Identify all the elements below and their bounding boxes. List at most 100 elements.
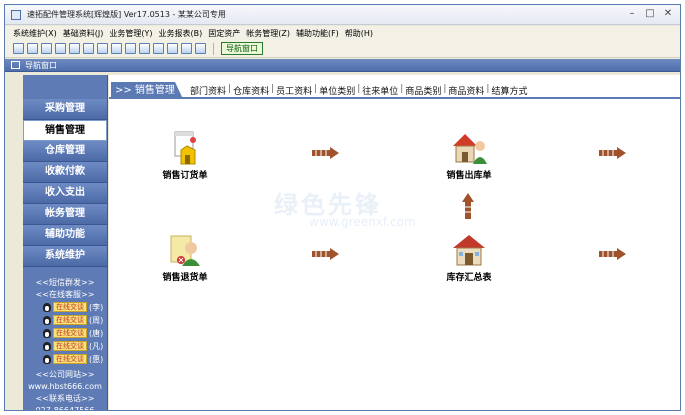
- qq-contact[interactable]: 在线交谈 (唐): [23, 327, 107, 340]
- qq-chat-badge: 在线交谈: [53, 315, 87, 325]
- qq-penguin-icon: [43, 354, 51, 364]
- toolbar-save-icon[interactable]: [167, 43, 178, 54]
- menu-basic-data[interactable]: 基础资料(J): [63, 28, 104, 39]
- tab-link-product-category[interactable]: 商品类别: [404, 84, 442, 97]
- toolbar-open-icon[interactable]: [27, 43, 38, 54]
- nav-panel-title: 导航窗口: [25, 61, 57, 70]
- sales-return-icon: [165, 232, 205, 268]
- tab-link-product[interactable]: 商品资料: [447, 84, 485, 97]
- warehouse-icon: [449, 232, 489, 268]
- module-sales-outbound[interactable]: 销售出库单: [429, 130, 509, 181]
- toolbar-edit-icon[interactable]: [111, 43, 122, 54]
- toolbar-folder-icon[interactable]: [125, 43, 136, 54]
- nav-window-icon: [11, 61, 20, 69]
- qq-contact-name: (惠): [89, 354, 104, 364]
- sidebar-item-purchase[interactable]: 采购管理: [23, 99, 107, 120]
- website-title: <<公司网站>>: [35, 369, 95, 379]
- toolbar-help-icon[interactable]: [181, 43, 192, 54]
- toolbar-list-icon[interactable]: [69, 43, 80, 54]
- tab-sales-management[interactable]: >> 销售管理: [111, 82, 183, 99]
- qq-chat-badge: 在线交谈: [53, 328, 87, 338]
- sms-link[interactable]: <<短信群发>>: [23, 277, 107, 289]
- tab-link-unit-category[interactable]: 单位类别: [318, 84, 356, 97]
- toolbar-users-icon[interactable]: [97, 43, 108, 54]
- menu-business[interactable]: 业务管理(Y): [109, 28, 152, 39]
- close-button[interactable]: ✕: [660, 7, 676, 21]
- qq-contact[interactable]: 在线交谈 (周): [23, 314, 107, 327]
- flow-arrow-icon: [312, 248, 340, 260]
- toolbar-exit-icon[interactable]: [195, 43, 206, 54]
- nav-panel-header: 导航窗口: [5, 59, 680, 72]
- app-icon: [11, 10, 21, 20]
- title-bar: 速拓配件管理系统[辉煌版] Ver17.0513 - 某某公司专用 – □ ✕: [5, 5, 680, 25]
- tab-links: 部门资料 | 仓库资料 | 员工资料 | 单位类别 | 往来单位 | 商品类别 | 商品资料…: [189, 84, 528, 97]
- qq-penguin-icon: [43, 341, 51, 351]
- toolbar-tools-icon[interactable]: [83, 43, 94, 54]
- app-window: 速拓配件管理系统[辉煌版] Ver17.0513 - 某某公司专用 – □ ✕ …: [4, 4, 681, 411]
- qq-contact-name: (周): [89, 315, 104, 325]
- toolbar: 导航窗口: [5, 40, 680, 58]
- window-title: 速拓配件管理系统[辉煌版] Ver17.0513 - 某某公司专用: [27, 10, 226, 19]
- qq-contact-name: (凡): [89, 341, 104, 351]
- main-content: >> 销售管理 部门资料 | 仓库资料 | 员工资料 | 单位类别 | 往来单位 | 商品…: [109, 75, 680, 410]
- watermark-url: www.greenxf.com: [309, 215, 416, 229]
- tab-link-department[interactable]: 部门资料: [189, 84, 227, 97]
- menu-fixed-assets[interactable]: 固定资产: [208, 28, 240, 39]
- maximize-button[interactable]: □: [642, 7, 658, 21]
- tab-bar: >> 销售管理 部门资料 | 仓库资料 | 员工资料 | 单位类别 | 往来单位 | 商品…: [109, 82, 680, 99]
- qq-chat-badge: 在线交谈: [53, 341, 87, 351]
- toolbar-copy-icon[interactable]: [41, 43, 52, 54]
- flow-arrow-icon: [599, 248, 627, 260]
- sidebar-item-system[interactable]: 系统维护: [23, 246, 107, 267]
- flow-arrow-icon: [312, 147, 340, 159]
- qq-contact-name: (唐): [89, 328, 104, 338]
- toolbar-print-icon[interactable]: [153, 43, 164, 54]
- sidebar-item-aux[interactable]: 辅助功能: [23, 225, 107, 246]
- menu-bar: 系统维护(X) 基础资料(J) 业务管理(Y) 业务报表(B) 固定资产 帐务管…: [5, 26, 680, 40]
- qq-penguin-icon: [43, 328, 51, 338]
- sales-return-label: 销售退货单: [162, 273, 208, 283]
- sales-outbound-label: 销售出库单: [446, 171, 492, 181]
- module-sales-order[interactable]: 销售订货单: [145, 130, 225, 181]
- flow-arrow-up-icon: [462, 193, 474, 219]
- website-link[interactable]: www.hbst666.com: [23, 381, 107, 393]
- flow-arrow-icon: [599, 147, 627, 159]
- phone-number: 027-86647566: [35, 405, 95, 411]
- phone-title: <<联系电话>>: [35, 393, 95, 403]
- sales-order-icon: [165, 130, 205, 166]
- nav-window-button[interactable]: 导航窗口: [221, 42, 263, 55]
- module-sales-return[interactable]: 销售退货单: [145, 232, 225, 283]
- menu-aux[interactable]: 辅助功能(F): [296, 28, 339, 39]
- menu-accounts[interactable]: 帐务管理(Z): [246, 28, 290, 39]
- sidebar-item-payments[interactable]: 收款付款: [23, 162, 107, 183]
- sidebar-item-warehouse[interactable]: 仓库管理: [23, 141, 107, 162]
- qq-contact-name: (李): [89, 302, 104, 312]
- menu-reports[interactable]: 业务报表(B): [158, 28, 202, 39]
- tab-link-warehouse[interactable]: 仓库资料: [232, 84, 270, 97]
- qq-penguin-icon: [43, 315, 51, 325]
- qq-chat-badge: 在线交谈: [53, 302, 87, 312]
- sales-outbound-icon: [449, 130, 489, 166]
- window-controls: – □ ✕: [624, 7, 676, 21]
- sales-order-label: 销售订货单: [162, 171, 208, 181]
- qq-contact[interactable]: 在线交谈 (惠): [23, 353, 107, 366]
- minimize-button[interactable]: –: [624, 7, 640, 21]
- tab-link-partners[interactable]: 往来单位: [361, 84, 399, 97]
- tab-link-employee[interactable]: 员工资料: [275, 84, 313, 97]
- module-inventory-summary[interactable]: 库存汇总表: [429, 232, 509, 283]
- online-service-label: <<在线客服>>: [35, 289, 95, 299]
- toolbar-window-icon[interactable]: [55, 43, 66, 54]
- inventory-summary-label: 库存汇总表: [446, 273, 492, 283]
- toolbar-table-icon[interactable]: [139, 43, 150, 54]
- sidebar-item-sales[interactable]: 销售管理: [23, 120, 107, 141]
- toolbar-separator: [213, 42, 214, 55]
- sidebar: 采购管理 销售管理 仓库管理 收款付款 收入支出 帐务管理 辅助功能 系统维护 …: [23, 75, 108, 411]
- qq-contact[interactable]: 在线交谈 (李): [23, 301, 107, 314]
- menu-system[interactable]: 系统维护(X): [13, 28, 57, 39]
- sidebar-item-accounts[interactable]: 帐务管理: [23, 204, 107, 225]
- toolbar-new-icon[interactable]: [13, 43, 24, 54]
- menu-help[interactable]: 帮助(H): [345, 28, 373, 39]
- sidebar-item-income[interactable]: 收入支出: [23, 183, 107, 204]
- qq-contact[interactable]: 在线交谈 (凡): [23, 340, 107, 353]
- tab-link-settlement[interactable]: 结算方式: [490, 84, 528, 97]
